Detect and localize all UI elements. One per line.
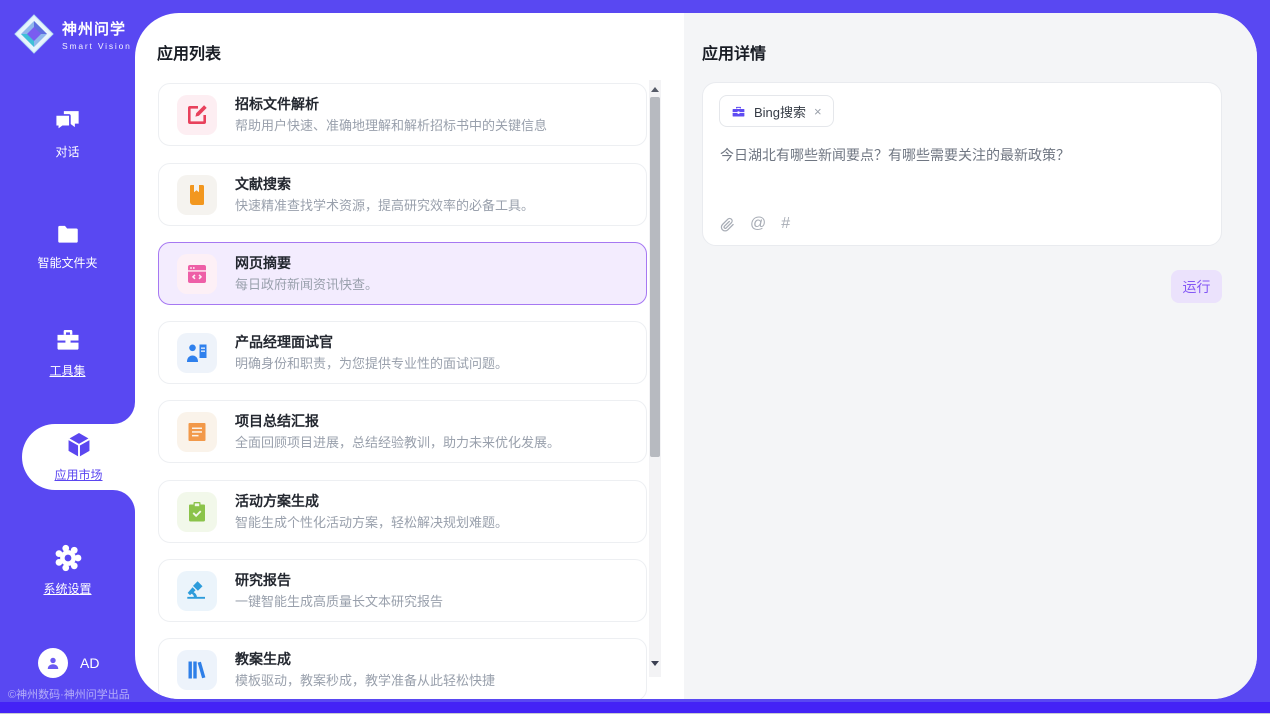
sidebar-item-app-market[interactable]: 应用市场 [22,424,135,490]
cube-icon [62,430,96,464]
app-name: 活动方案生成 [235,491,319,511]
user-menu[interactable]: AD [38,648,99,678]
report-note-icon [177,412,217,452]
sidebar-item-label: 系统设置 [0,580,135,597]
app-desc: 模板驱动，教案秒成，教学准备从此轻松快捷 [235,670,495,689]
remove-tag-icon[interactable]: × [814,105,822,118]
books-icon [177,650,217,690]
list-item-event-plan[interactable]: 活动方案生成 智能生成个性化活动方案，轻松解决规划难题。 [158,480,647,543]
app-desc: 全面回顾项目进展，总结经验教训，助力未来优化发展。 [235,432,560,451]
chat-icon [53,110,83,136]
app-name: 产品经理面试官 [235,332,333,352]
app-desc: 智能生成个性化活动方案，轻松解决规划难题。 [235,512,508,531]
active-curve-top [113,402,135,424]
app-name: 项目总结汇报 [235,411,319,431]
microscope-icon [177,571,217,611]
scroll-down-icon[interactable] [649,657,661,669]
logo-title: 神州问学 [62,18,132,39]
logo-subtitle: Smart Vision [62,41,132,51]
attachment-toolbar: @ # [720,215,790,233]
app-name: 文献搜索 [235,174,291,194]
active-curve-bottom [113,490,135,512]
sidebar-item-smart-folders[interactable]: 智能文件夹 [0,221,135,271]
prompt-input[interactable]: 今日湖北有哪些新闻要点？有哪些需要关注的最新政策？ [720,145,1200,165]
app-list-title: 应用列表 [157,40,221,64]
list-item-pm-interviewer[interactable]: 产品经理面试官 明确身份和职责，为您提供专业性的面试问题。 [158,321,647,384]
sidebar: 神州问学 Smart Vision 对话 智能文件夹 [0,0,135,714]
sidebar-item-toolset[interactable]: 工具集 [0,327,135,379]
avatar [38,648,68,678]
list-item-lesson-plan[interactable]: 教案生成 模板驱动，教案秒成，教学准备从此轻松快捷 [158,638,647,699]
app-desc: 帮助用户快速、准确地理解和解析招标书中的关键信息 [235,115,547,134]
list-item-web-summary[interactable]: 网页摘要 每日政府新闻资讯快查。 [158,242,647,305]
app-detail-pane: 应用详情 Bing搜索 × 今日湖北有哪些新闻要点？有哪些需要关注的最新政策？ [684,13,1257,699]
sidebar-item-label: 对话 [0,143,135,160]
sidebar-item-label: 应用市场 [22,466,135,483]
sidebar-item-label: 智能文件夹 [0,254,135,271]
prompt-card[interactable]: Bing搜索 × 今日湖北有哪些新闻要点？有哪些需要关注的最新政策？ @ # [702,82,1222,246]
list-item-research-report[interactable]: 研究报告 一键智能生成高质量长文本研究报告 [158,559,647,622]
app-name: 招标文件解析 [235,94,319,114]
folder-icon [53,221,83,247]
app-name: 研究报告 [235,570,291,590]
hash-icon[interactable]: # [781,215,790,233]
tool-tag-bing-search[interactable]: Bing搜索 × [719,95,834,127]
list-item-bid-parse[interactable]: 招标文件解析 帮助用户快速、准确地理解和解析招标书中的关键信息 [158,83,647,146]
paperclip-icon[interactable] [720,216,735,233]
copyright-text: ©神州数码·神州问学出品 [8,686,130,702]
app-logo[interactable]: 神州问学 Smart Vision [13,13,132,55]
browser-code-icon [177,254,217,294]
bottom-band [0,702,1270,713]
user-initials: AD [80,655,99,671]
tool-tag-label: Bing搜索 [754,102,806,121]
app-name: 教案生成 [235,649,291,669]
briefcase-icon [731,104,746,119]
mention-icon[interactable]: @ [750,215,766,233]
run-button[interactable]: 运行 [1171,270,1222,303]
sidebar-item-label: 工具集 [0,362,135,379]
app-desc: 明确身份和职责，为您提供专业性的面试问题。 [235,353,508,372]
book-icon [177,175,217,215]
app-desc: 一键智能生成高质量长文本研究报告 [235,591,443,610]
list-item-literature-search[interactable]: 文献搜索 快速精准查找学术资源，提高研究效率的必备工具。 [158,163,647,226]
scrollbar-thumb[interactable] [650,97,660,457]
main-panel: 应用列表 招标文件解析 帮助用户快速、准确地理解和解析招标书中的关键信息 [135,13,1257,699]
scroll-up-icon[interactable] [649,83,661,95]
clipboard-check-icon [177,492,217,532]
app-desc: 快速精准查找学术资源，提高研究效率的必备工具。 [235,195,534,214]
app-desc: 每日政府新闻资讯快查。 [235,274,378,293]
sidebar-item-settings[interactable]: 系统设置 [0,543,135,597]
list-scrollbar[interactable] [649,80,661,677]
list-item-project-summary[interactable]: 项目总结汇报 全面回顾项目进展，总结经验教训，助力未来优化发展。 [158,400,647,463]
app-window: 神州问学 Smart Vision 对话 智能文件夹 [0,0,1270,714]
sidebar-item-chat[interactable]: 对话 [0,110,135,160]
app-detail-title: 应用详情 [702,40,766,64]
gear-icon [53,543,83,573]
diamond-logo-icon [13,13,55,55]
app-name: 网页摘要 [235,253,291,273]
interviewer-icon [177,333,217,373]
edit-square-icon [177,95,217,135]
user-avatar-icon [44,654,62,672]
toolbox-icon [53,327,83,355]
